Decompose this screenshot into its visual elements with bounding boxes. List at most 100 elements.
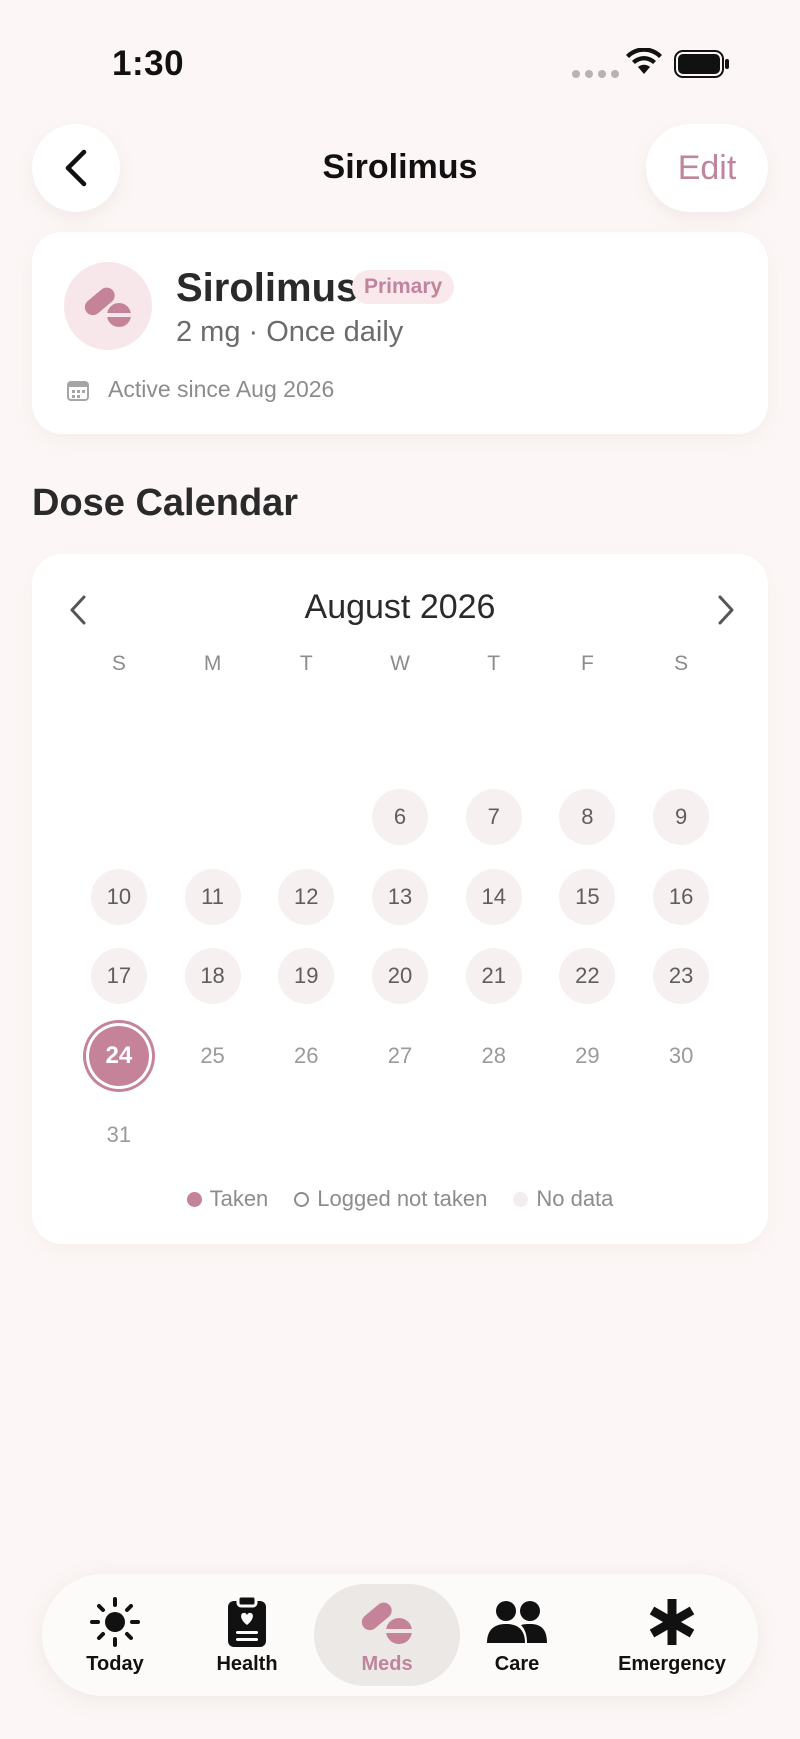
day-number: 19 bbox=[278, 948, 335, 1005]
calendar-day[interactable]: 22 bbox=[541, 937, 635, 1017]
calendar-day[interactable]: 18 bbox=[166, 937, 260, 1017]
calendar-blank-cell bbox=[259, 698, 353, 778]
calendar-day bbox=[634, 698, 728, 778]
day-number: 23 bbox=[653, 948, 710, 1005]
calendar-day[interactable]: 26 bbox=[259, 1016, 353, 1096]
calendar-day[interactable]: 21 bbox=[447, 937, 541, 1017]
calendar-icon bbox=[67, 381, 89, 401]
calendar-day-today[interactable]: 24 bbox=[72, 1016, 166, 1096]
day-number: 10 bbox=[90, 868, 147, 925]
day-number: 26 bbox=[294, 1042, 319, 1068]
wifi-icon bbox=[626, 48, 662, 74]
calendar-day[interactable]: 17 bbox=[72, 937, 166, 1017]
calendar-day[interactable]: 31 bbox=[72, 1096, 166, 1176]
day-number: 29 bbox=[575, 1042, 600, 1068]
edit-button[interactable]: Edit bbox=[646, 124, 768, 212]
tab-care[interactable]: Care bbox=[462, 1584, 572, 1686]
calendar-day[interactable]: 11 bbox=[166, 857, 260, 937]
tab-emergency[interactable]: Emergency bbox=[602, 1584, 742, 1686]
calendar-legend: Taken Logged not taken No data bbox=[32, 1186, 768, 1212]
day-number: 16 bbox=[653, 868, 710, 925]
day-number: 27 bbox=[387, 1042, 413, 1068]
medication-dose: 2 mg · Once daily bbox=[176, 316, 404, 348]
status-bar: 1:30 bbox=[0, 0, 800, 120]
primary-badge: Primary bbox=[352, 270, 455, 304]
tab-meds[interactable]: Meds bbox=[314, 1584, 460, 1686]
calendar-blank-cell bbox=[353, 698, 447, 778]
day-number: 18 bbox=[184, 948, 241, 1005]
day-number: 15 bbox=[559, 868, 616, 925]
calendar-day[interactable]: 30 bbox=[634, 1016, 728, 1096]
people-icon bbox=[487, 1600, 547, 1643]
weekday-label: S bbox=[111, 652, 126, 675]
dose-calendar: August 2026 S M T W T F S 6 7 8 9 10 11 12 13 14 15 16 17… bbox=[32, 554, 768, 1244]
calendar-day[interactable]: 19 bbox=[259, 937, 353, 1017]
calendar-day bbox=[72, 778, 166, 858]
calendar-day[interactable]: 29 bbox=[541, 1016, 635, 1096]
tab-label: Today bbox=[86, 1652, 144, 1675]
calendar-day[interactable]: 23 bbox=[634, 937, 728, 1017]
pills-icon bbox=[361, 1602, 413, 1644]
clipboard-icon bbox=[228, 1594, 266, 1647]
day-number: 17 bbox=[90, 948, 147, 1005]
nodata-dot-icon bbox=[513, 1191, 529, 1207]
day-number: 12 bbox=[278, 868, 335, 925]
weekday-label: T bbox=[299, 652, 313, 675]
weekday-label: S bbox=[674, 652, 689, 675]
calendar-day[interactable]: 13 bbox=[353, 857, 447, 937]
tab-today[interactable]: Today bbox=[60, 1584, 170, 1686]
tab-bar: Today Health Meds Care Emergency bbox=[42, 1574, 758, 1696]
weekday-label: T bbox=[487, 652, 501, 675]
calendar-grid: 6 7 8 9 10 11 12 13 14 15 16 17 18 19 20 21 22 23 24 25 26 27… bbox=[72, 698, 728, 1175]
calendar-day[interactable]: 15 bbox=[541, 857, 635, 937]
tab-health[interactable]: Health bbox=[192, 1584, 302, 1686]
day-number: 14 bbox=[465, 868, 522, 925]
day-number: 21 bbox=[465, 948, 522, 1005]
legend-logged-not-taken: Logged not taken bbox=[294, 1186, 487, 1212]
medication-card[interactable]: Sirolimus Primary 2 mg · Once daily Acti… bbox=[32, 232, 768, 434]
tab-label: Health bbox=[216, 1652, 278, 1675]
calendar-day[interactable]: 12 bbox=[259, 857, 353, 937]
calendar-day[interactable]: 16 bbox=[634, 857, 728, 937]
day-number: 30 bbox=[668, 1042, 694, 1068]
section-title: Dose Calendar bbox=[32, 482, 299, 524]
medication-name: Sirolimus bbox=[176, 266, 359, 310]
day-number: 7 bbox=[465, 789, 522, 846]
calendar-day bbox=[166, 778, 260, 858]
calendar-blank-cell bbox=[166, 698, 260, 778]
weekday-label: M bbox=[203, 652, 222, 675]
battery-icon bbox=[674, 50, 729, 78]
tab-label: Care bbox=[494, 1652, 540, 1675]
day-number: 13 bbox=[371, 868, 428, 925]
calendar-day[interactable]: 9 bbox=[634, 778, 728, 858]
day-number: 31 bbox=[106, 1122, 132, 1148]
legend-no-data: No data bbox=[513, 1186, 613, 1212]
taken-dot-icon bbox=[186, 1191, 202, 1207]
calendar-day[interactable]: 6 bbox=[353, 778, 447, 858]
day-number: 28 bbox=[481, 1042, 506, 1068]
day-number: 25 bbox=[200, 1042, 225, 1068]
day-number: 11 bbox=[184, 868, 241, 925]
cellular-signal-icon bbox=[572, 70, 619, 78]
chevron-right-icon bbox=[718, 595, 734, 625]
active-since-text: Active since Aug 2026 bbox=[108, 376, 335, 402]
calendar-day[interactable]: 27 bbox=[353, 1016, 447, 1096]
pills-icon bbox=[84, 287, 132, 327]
calendar-day[interactable]: 25 bbox=[166, 1016, 260, 1096]
calendar-day[interactable]: 7 bbox=[447, 778, 541, 858]
calendar-blank-cell bbox=[447, 698, 541, 778]
calendar-day[interactable]: 20 bbox=[353, 937, 447, 1017]
calendar-day[interactable]: 28 bbox=[447, 1016, 541, 1096]
calendar-day[interactable]: 10 bbox=[72, 857, 166, 937]
calendar-day bbox=[259, 778, 353, 858]
calendar-month-label: August 2026 bbox=[304, 588, 496, 626]
calendar-day[interactable]: 8 bbox=[541, 778, 635, 858]
weekday-label: W bbox=[390, 652, 410, 675]
day-number: 6 bbox=[371, 789, 428, 846]
legend-taken: Taken bbox=[186, 1186, 268, 1212]
next-month-button[interactable] bbox=[706, 590, 746, 630]
status-time: 1:30 bbox=[112, 44, 185, 83]
day-number: 24 bbox=[85, 1022, 152, 1089]
calendar-blank-cell bbox=[72, 698, 166, 778]
calendar-day[interactable]: 14 bbox=[447, 857, 541, 937]
